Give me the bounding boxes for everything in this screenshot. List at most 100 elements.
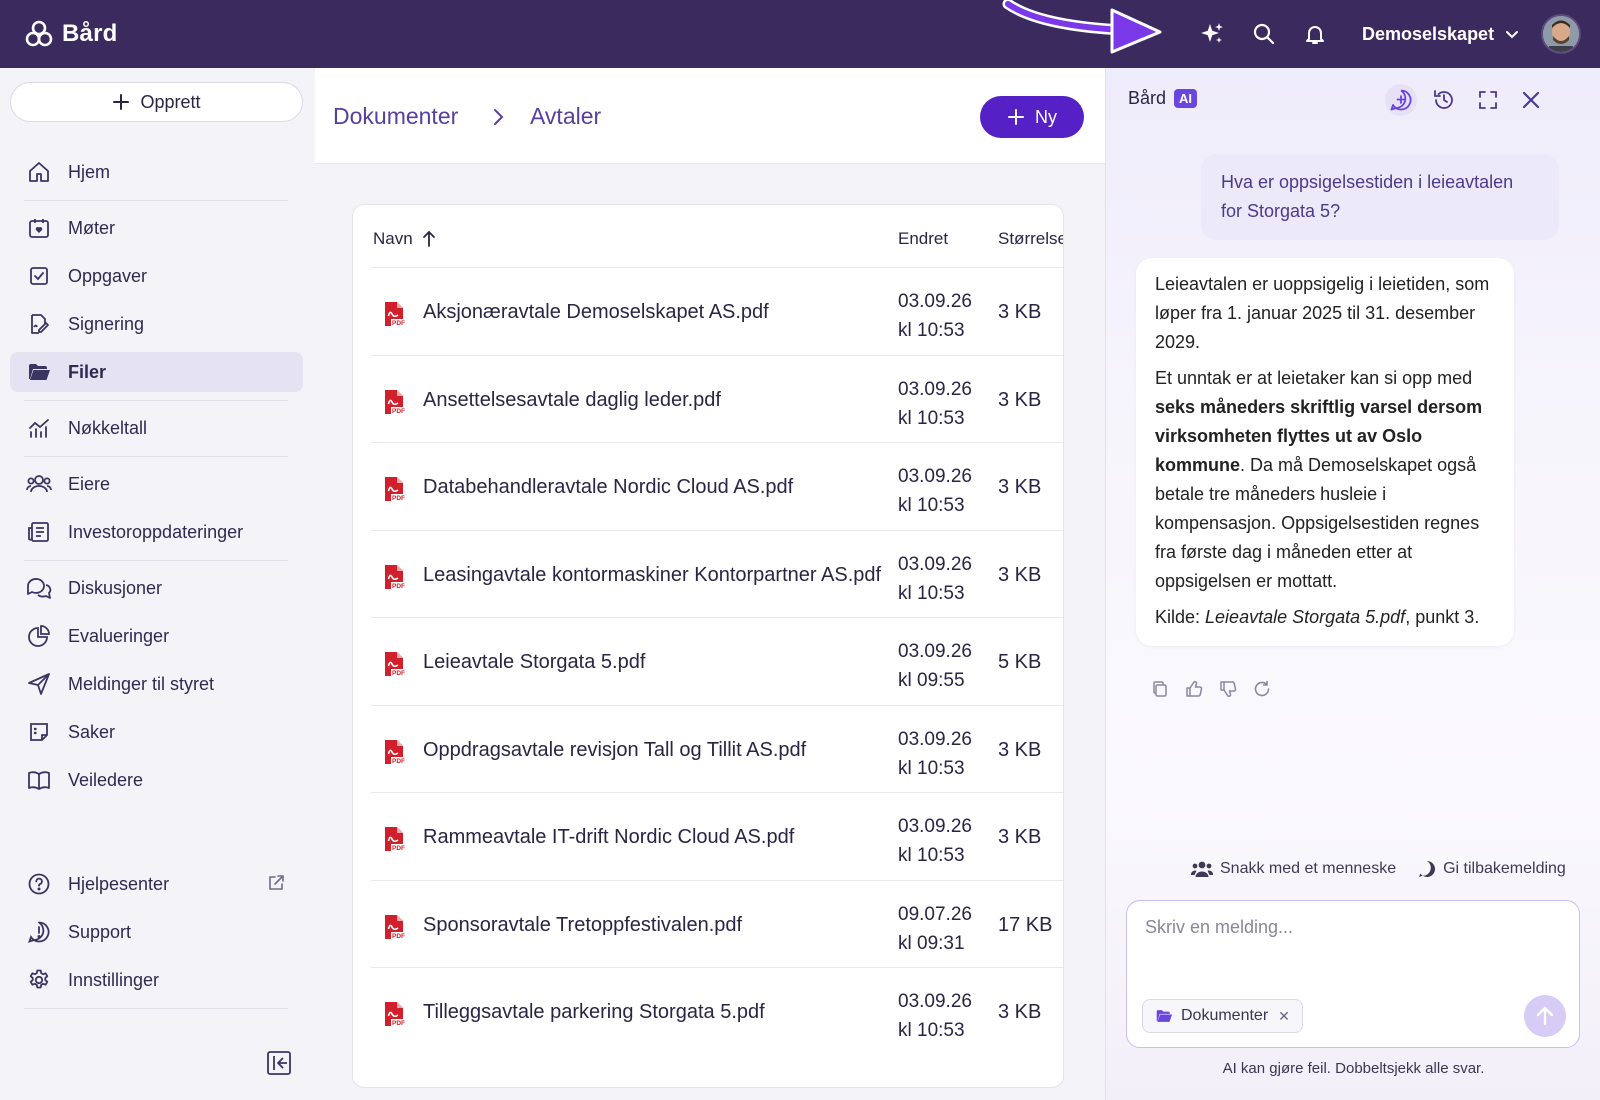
column-header-modified[interactable]: Endret: [898, 229, 948, 249]
sidebar-item-tasks[interactable]: Oppgaver: [10, 256, 303, 296]
divider: [24, 456, 288, 457]
answer-paragraph: Et unntak er at leietaker kan si opp med…: [1155, 364, 1495, 596]
file-name[interactable]: Ansettelsesavtale daglig leder.pdf: [423, 389, 721, 412]
sidebar-item-messages-to-board[interactable]: Meldinger til styret: [10, 664, 303, 704]
brand-logo-icon: [24, 19, 54, 49]
new-chat-icon: [1389, 88, 1413, 112]
breadcrumb-agreements[interactable]: Avtaler: [530, 103, 601, 130]
column-header-size[interactable]: Størrelse: [998, 229, 1063, 249]
sidebar-item-cases[interactable]: Saker: [10, 712, 303, 752]
brand[interactable]: Bård: [24, 16, 117, 52]
file-size: 5 KB: [998, 651, 1042, 673]
list-icon: [26, 719, 52, 745]
file-name[interactable]: Leieavtale Storgata 5.pdf: [423, 651, 645, 674]
new-button-label: Ny: [1035, 106, 1057, 127]
sidebar-item-settings[interactable]: Innstillinger: [10, 960, 303, 1000]
table-row[interactable]: PDF Tilleggsavtale parkering Storgata 5.p…: [371, 967, 1063, 1056]
breadcrumb-documents[interactable]: Dokumenter: [333, 103, 458, 130]
table-row[interactable]: PDF Ansettelsesavtale daglig leder.pdf 03.…: [371, 354, 1063, 444]
sidebar-item-meetings[interactable]: Møter: [10, 208, 303, 248]
expand-button[interactable]: [1472, 84, 1504, 116]
file-name[interactable]: Rammeavtale IT-drift Nordic Cloud AS.pdf: [423, 826, 794, 849]
avatar[interactable]: [1541, 14, 1581, 54]
file-name[interactable]: Leasingavtale kontormaskiner Kontorpartn…: [423, 564, 881, 587]
table-row[interactable]: PDF Databehandleravtale Nordic Cloud AS.p…: [371, 442, 1063, 531]
bell-icon[interactable]: [1299, 18, 1331, 50]
pdf-file-icon: PDF: [383, 914, 405, 940]
sidebar-item-discussions[interactable]: Diskusjoner: [10, 568, 303, 608]
file-time: kl 09:55: [898, 670, 965, 691]
file-name[interactable]: Sponsoravtale Tretoppfestivalen.pdf: [423, 914, 742, 937]
file-date: 03.09.26: [898, 378, 972, 400]
message-actions: [1151, 680, 1271, 698]
divider: [24, 1008, 288, 1009]
sidebar-item-key-figures[interactable]: Nøkkeltall: [10, 408, 303, 448]
external-link-icon: [267, 874, 285, 892]
svg-text:PDF: PDF: [392, 320, 405, 327]
sidebar-item-evaluations[interactable]: Evalueringer: [10, 616, 303, 656]
collapse-sidebar-button[interactable]: [266, 1050, 294, 1078]
table-row[interactable]: PDF Sponsoravtale Tretoppfestivalen.pdf 09…: [371, 879, 1063, 969]
sidebar-item-home[interactable]: Hjem: [10, 152, 303, 192]
sidebar-item-label: Signering: [68, 313, 145, 334]
file-size: 17 KB: [998, 913, 1053, 936]
regenerate-icon[interactable]: [1253, 680, 1271, 698]
pdf-file-icon: PDF: [383, 389, 405, 415]
file-name[interactable]: Aksjonæravtale Demoselskapet AS.pdf: [423, 301, 769, 324]
talk-to-human-label: Snakk med et menneske: [1220, 860, 1397, 877]
sidebar-item-label: Hjelpesenter: [68, 873, 170, 894]
plus-icon: [112, 93, 130, 111]
divider: [24, 560, 288, 561]
pie-chart-icon: [26, 623, 52, 649]
support-icon: [26, 919, 52, 945]
file-name[interactable]: Oppdragsavtale revisjon Tall og Tillit A…: [423, 739, 806, 762]
source-document[interactable]: Leieavtale Storgata 5.pdf: [1205, 607, 1405, 627]
chevron-down-icon: [1504, 26, 1520, 42]
expand-icon: [1477, 89, 1499, 111]
file-time: kl 10:53: [898, 320, 965, 341]
sidebar-item-files[interactable]: Filer: [10, 352, 303, 392]
new-button[interactable]: Ny: [980, 96, 1084, 138]
search-icon[interactable]: [1248, 18, 1280, 50]
divider: [24, 200, 288, 201]
company-switcher[interactable]: Demoselskapet: [1362, 19, 1520, 49]
message-input[interactable]: [1145, 917, 1555, 967]
remove-context-icon[interactable]: ✕: [1278, 1008, 1290, 1025]
sidebar-item-support[interactable]: Support: [10, 912, 303, 952]
talk-to-human-link[interactable]: Snakk med et menneske: [1191, 860, 1396, 878]
svg-text:PDF: PDF: [392, 933, 405, 940]
table-row[interactable]: PDF Rammeavtale IT-drift Nordic Cloud AS.…: [371, 792, 1063, 881]
context-chip[interactable]: Dokumenter ✕: [1142, 999, 1303, 1033]
table-row[interactable]: PDF Leasingavtale kontormaskiner Kontorpa…: [371, 529, 1063, 619]
copy-icon[interactable]: [1151, 680, 1169, 698]
thumbs-up-icon[interactable]: [1185, 680, 1203, 698]
file-size: 3 KB: [998, 563, 1042, 586]
sidebar-item-label: Veiledere: [68, 769, 144, 790]
sparkle-icon[interactable]: [1196, 18, 1228, 50]
table-row[interactable]: PDF Aksjonæravtale Demoselskapet AS.pdf 03…: [371, 267, 1063, 356]
sidebar-item-guides[interactable]: Veiledere: [10, 760, 303, 800]
sidebar-item-investor-updates[interactable]: Investoroppdateringer: [10, 512, 303, 552]
file-modified: 03.09.26 kl 10:53: [898, 550, 993, 608]
sidebar-item-owners[interactable]: Eiere: [10, 464, 303, 504]
sidebar-item-help-center[interactable]: Hjelpesenter: [10, 864, 303, 904]
chevron-right-icon: [488, 106, 508, 128]
column-header-name[interactable]: Navn: [373, 229, 437, 249]
thumbs-down-icon[interactable]: [1219, 680, 1237, 698]
svg-text:PDF: PDF: [392, 845, 405, 852]
table-row[interactable]: PDF Leieavtale Storgata 5.pdf 03.09.26 kl 0…: [371, 617, 1063, 706]
history-button[interactable]: [1428, 84, 1460, 116]
create-button[interactable]: Opprett: [10, 82, 303, 122]
new-chat-button[interactable]: [1385, 84, 1417, 116]
file-date: 09.07.26: [898, 903, 972, 925]
close-panel-button[interactable]: [1515, 84, 1547, 116]
feedback-link[interactable]: Gi tilbakemelding: [1418, 860, 1566, 878]
sidebar-item-label: Diskusjoner: [68, 577, 163, 598]
file-name[interactable]: Tilleggsavtale parkering Storgata 5.pdf: [423, 1001, 765, 1024]
sidebar-item-signing[interactable]: Signering: [10, 304, 303, 344]
table-row[interactable]: PDF Oppdragsavtale revisjon Tall og Tilli…: [371, 704, 1063, 794]
sidebar: Opprett Hjem Møter Oppgaver Signering Fi…: [0, 68, 315, 1100]
file-size: 3 KB: [998, 301, 1042, 323]
file-name[interactable]: Databehandleravtale Nordic Cloud AS.pdf: [423, 476, 793, 499]
send-button[interactable]: [1524, 995, 1566, 1037]
